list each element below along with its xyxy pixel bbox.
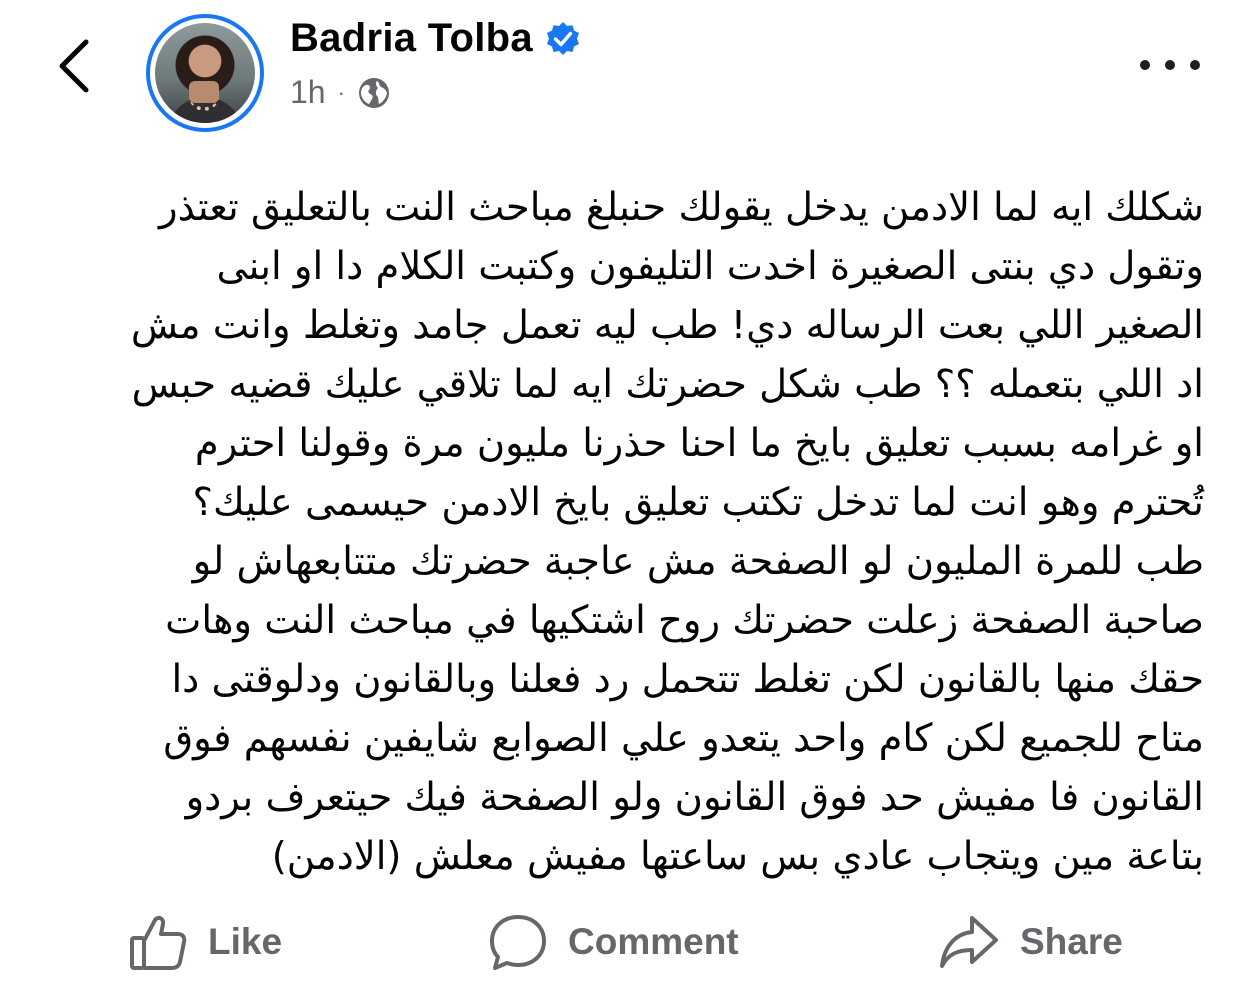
post-header: Badria Tolba 1h · (0, 0, 1242, 140)
share-arrow-icon (940, 916, 998, 968)
post-text-line: بتاعة مين ويتجاب عادي بس ساعتها مفيش معل… (271, 834, 1204, 879)
post-text-line: وتقول دي بنتى الصغيرة اخدت التليفون وكتب… (216, 244, 1204, 289)
author-name[interactable]: Badria Tolba (290, 16, 533, 61)
post-text-line: متاح للجميع لكن كام واحد يتعدو علي الصوا… (163, 716, 1204, 761)
back-button[interactable] (48, 34, 98, 98)
more-options-button[interactable] (1140, 50, 1200, 80)
post-text-line: اد اللي بتعمله ؟؟ طب شكل حضرتك ايه لما ت… (131, 362, 1204, 407)
post-text-line: حقك منها بالقانون لكن تغلط تتحمل رد فعلن… (171, 657, 1204, 702)
meta-separator: · (337, 79, 345, 105)
post-text-line: شكلك ايه لما الادمن يدخل يقولك حنبلغ مبا… (159, 185, 1204, 230)
post-text-line: القانون فا مفيش حد فوق القانون ولو الصفح… (185, 775, 1204, 820)
post-body: شكلك ايه لما الادمن يدخل يقولك حنبلغ مبا… (40, 178, 1204, 886)
more-dot-icon (1190, 60, 1200, 70)
author-avatar[interactable] (146, 14, 264, 132)
comment-label: Comment (568, 921, 739, 962)
post-time[interactable]: 1h (290, 74, 326, 111)
post-text-line: صاحبة الصفحة زعلت حضرتك روح اشتكيها في م… (165, 598, 1204, 643)
like-button[interactable]: Like (128, 910, 282, 974)
verified-badge-icon (546, 21, 579, 55)
more-dot-icon (1140, 60, 1150, 70)
post-meta: 1h · (290, 74, 391, 111)
post-actions-bar: Like Comment Share (0, 900, 1242, 986)
author-row: Badria Tolba (290, 16, 581, 61)
post-text-line: الصغير اللي بعت الرساله دي! طب ليه تعمل … (130, 303, 1204, 348)
thumbs-up-icon (130, 915, 187, 970)
chevron-left-icon (59, 39, 89, 93)
comment-bubble-icon (490, 915, 546, 970)
post-text-line: او غرامه بسبب تعليق بايخ ما احنا حذرنا م… (194, 421, 1204, 466)
more-dot-icon (1165, 60, 1175, 70)
comment-button[interactable]: Comment (488, 910, 739, 974)
avatar-image (155, 23, 255, 123)
globe-icon[interactable] (357, 76, 391, 110)
share-label: Share (1020, 921, 1123, 962)
post-text-line: طب للمرة المليون لو الصفحة مش عاجبة حضرت… (192, 539, 1204, 584)
share-button[interactable]: Share (938, 910, 1123, 974)
post-text-line: تُحترم وهو انت لما تدخل تكتب تعليق بايخ … (192, 480, 1204, 525)
like-label: Like (208, 921, 283, 962)
